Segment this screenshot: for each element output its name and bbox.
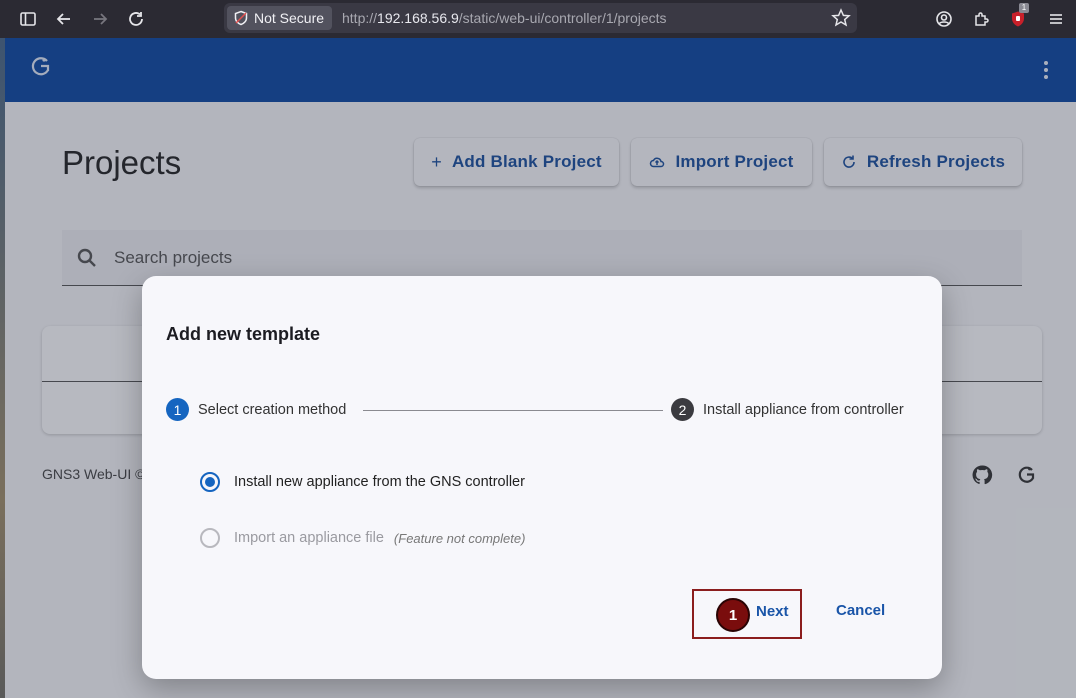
reload-icon[interactable] — [124, 7, 148, 31]
back-arrow-icon[interactable] — [52, 7, 76, 31]
account-icon[interactable] — [932, 7, 956, 31]
step-label: Install appliance from controller — [703, 401, 904, 418]
url-text[interactable]: http://192.168.56.9/static/web-ui/contro… — [342, 10, 667, 26]
forward-arrow-icon[interactable] — [88, 7, 112, 31]
url-path: /static/web-ui/controller/1/projects — [458, 10, 667, 26]
extensions-puzzle-icon[interactable] — [969, 7, 993, 31]
step-number: 1 — [166, 398, 189, 421]
security-label: Not Secure — [254, 10, 325, 26]
url-host: 192.168.56.9 — [377, 10, 459, 26]
browser-toolbar: Not Secure http://192.168.56.9/static/we… — [0, 0, 1076, 38]
radio-button-disabled — [200, 528, 220, 548]
extension-badge: 1 — [1019, 3, 1029, 13]
dialog-title: Add new template — [166, 324, 321, 344]
option-import-appliance-file: Import an appliance file (Feature not co… — [200, 528, 525, 548]
annotation-marker: 1 — [716, 598, 750, 632]
bookmark-star-icon[interactable] — [831, 8, 851, 28]
shield-warning-icon — [234, 10, 248, 26]
security-indicator[interactable]: Not Secure — [227, 6, 333, 30]
option-label: Import an appliance file — [234, 530, 384, 546]
option-label: Install new appliance from the GNS contr… — [234, 474, 525, 490]
stepper-connector — [363, 410, 663, 411]
hamburger-menu-icon[interactable] — [1044, 7, 1068, 31]
add-template-dialog: Add new template 1 Select creation metho… — [142, 276, 942, 679]
next-button-highlight: 1 Next — [692, 589, 802, 639]
sidebar-toggle-icon[interactable] — [16, 7, 40, 31]
url-scheme: http:// — [342, 10, 378, 26]
step-install-appliance[interactable]: 2 Install appliance from controller — [671, 398, 904, 421]
cancel-button[interactable]: Cancel — [836, 602, 885, 619]
next-button[interactable]: Next — [756, 603, 789, 620]
step-number: 2 — [671, 398, 694, 421]
option-note: (Feature not complete) — [393, 530, 526, 546]
radio-button-selected[interactable] — [200, 472, 220, 492]
step-label: Select creation method — [198, 401, 347, 418]
option-install-from-controller[interactable]: Install new appliance from the GNS contr… — [200, 472, 525, 492]
step-select-creation-method[interactable]: 1 Select creation method — [166, 398, 346, 421]
address-bar[interactable]: Not Secure http://192.168.56.9/static/we… — [224, 3, 857, 33]
